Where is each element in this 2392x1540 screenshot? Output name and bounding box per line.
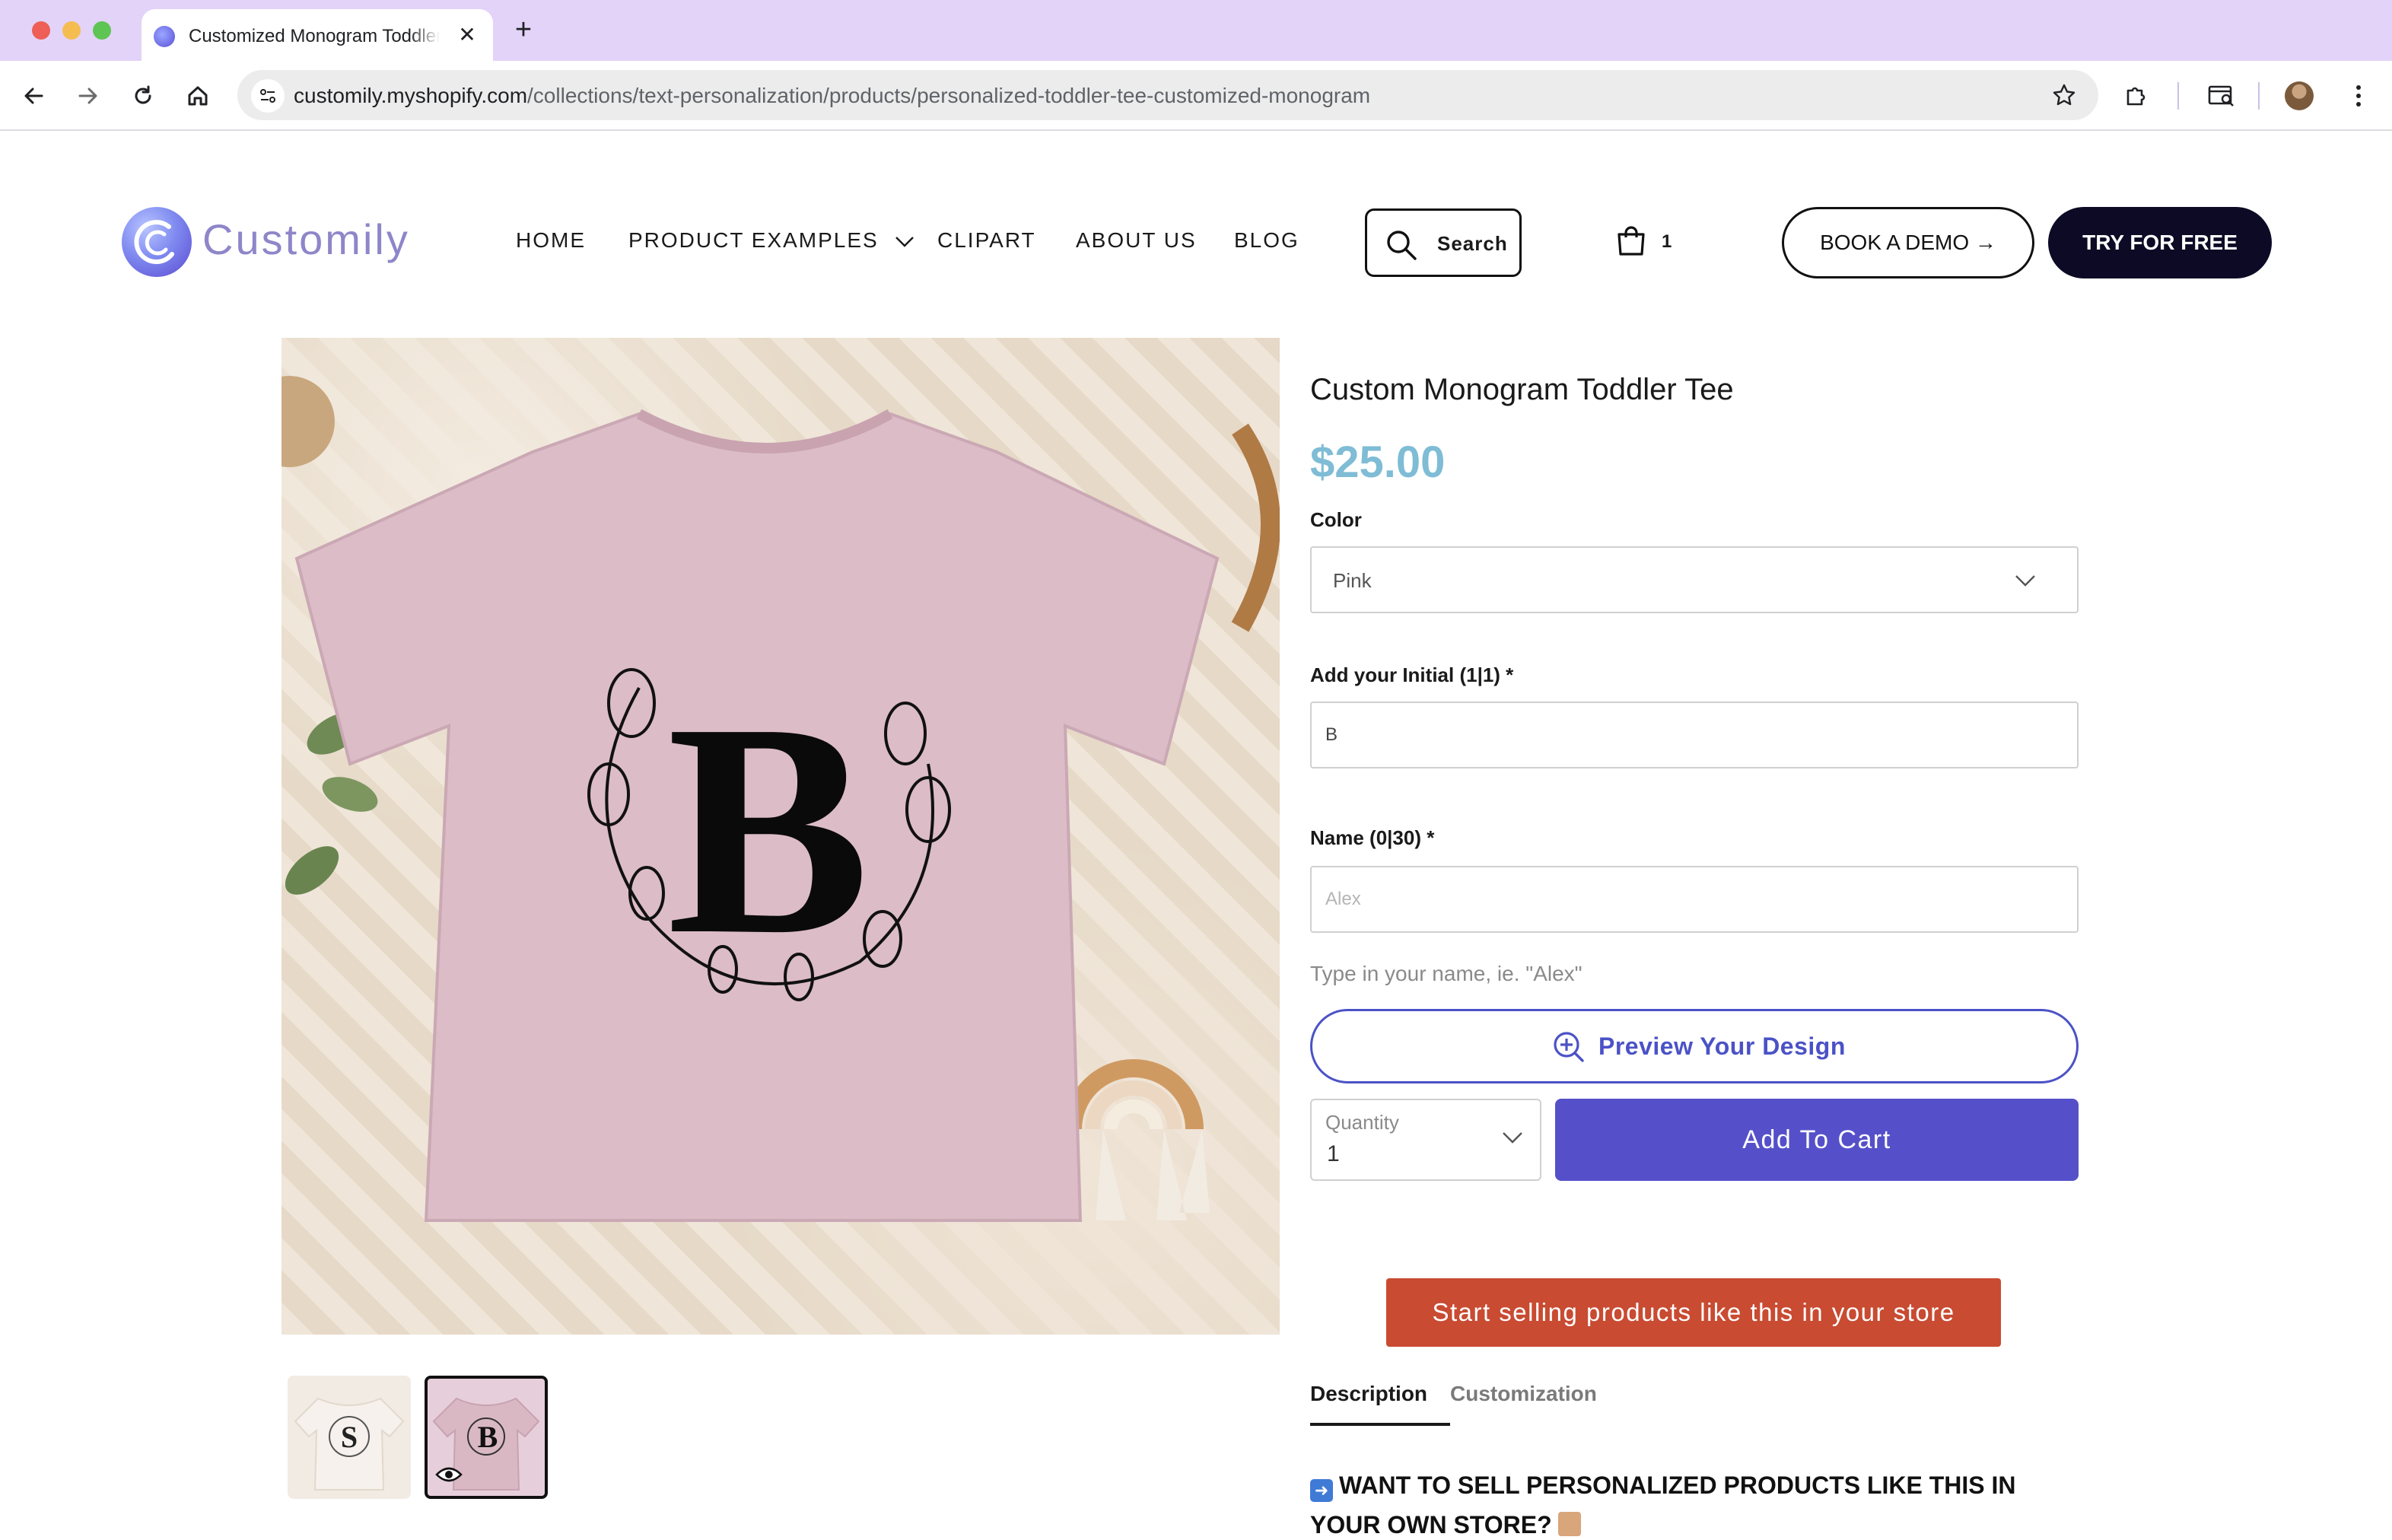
maximize-window-button[interactable] xyxy=(93,21,111,40)
start-selling-button[interactable]: Start selling products like this in your… xyxy=(1386,1278,2001,1347)
leaf-decoration xyxy=(285,846,339,895)
product-title: Custom Monogram Toddler Tee xyxy=(1310,373,1734,406)
search-icon xyxy=(1387,231,1417,260)
leaf-decoration xyxy=(322,777,378,812)
wooden-ring-decoration xyxy=(1231,423,1280,632)
add-to-cart-button[interactable]: Add To Cart xyxy=(1555,1099,2079,1181)
zoom-in-icon xyxy=(1554,1032,1584,1062)
name-help-text: Type in your name, ie. "Alex" xyxy=(1310,962,1582,985)
nav-blog[interactable]: BLOG xyxy=(1234,228,1299,253)
shopping-bag-icon xyxy=(1617,226,1645,256)
color-select[interactable]: Pink xyxy=(1310,546,2079,613)
site-settings-icon[interactable] xyxy=(251,79,285,113)
color-select-value: Pink xyxy=(1333,569,1372,592)
thumbnail-letter: B xyxy=(478,1420,498,1454)
description-heading: ➜ WANT TO SELL PERSONALIZED PRODUCTS LIKE… xyxy=(1310,1465,2079,1540)
extensions-icon[interactable] xyxy=(2120,79,2153,113)
tab-description[interactable]: Description xyxy=(1310,1382,1427,1406)
more-menu-icon[interactable] xyxy=(2342,79,2375,113)
close-tab-icon[interactable]: ✕ xyxy=(455,23,479,47)
nav-about-us[interactable]: ABOUT US xyxy=(1076,228,1197,253)
search-button-label: Search xyxy=(1437,232,1508,255)
forward-icon[interactable] xyxy=(72,79,105,113)
nav-product-examples-label: PRODUCT EXAMPLES xyxy=(628,228,879,252)
right-arrow-emoji-icon: ➜ xyxy=(1310,1479,1333,1502)
monogram-letter: B xyxy=(667,660,870,998)
reload-icon[interactable] xyxy=(126,79,160,113)
quantity-select[interactable]: Quantity 1 xyxy=(1310,1099,1541,1181)
search-tabs-icon[interactable] xyxy=(2205,79,2238,113)
chevron-down-icon xyxy=(895,236,914,247)
chevron-down-icon xyxy=(2015,575,2035,587)
initial-label: Add your Initial (1|1) * xyxy=(1310,663,1514,686)
quantity-label: Quantity xyxy=(1325,1111,1399,1134)
nav-clipart[interactable]: CLIPART xyxy=(937,228,1036,253)
product-thumbnail[interactable]: S xyxy=(288,1376,411,1499)
chevron-down-icon xyxy=(1503,1132,1522,1144)
url-text: customily.myshopify.com/collections/text… xyxy=(294,84,1371,107)
back-icon[interactable] xyxy=(17,79,50,113)
preview-design-label: Preview Your Design xyxy=(1598,1032,1846,1060)
description-heading-text: WANT TO SELL PERSONALIZED PRODUCTS LIKE … xyxy=(1310,1472,2016,1538)
profile-avatar[interactable] xyxy=(2282,79,2316,113)
new-tab-button[interactable]: + xyxy=(508,15,539,46)
thumbnail-letter: S xyxy=(341,1420,358,1454)
nav-product-examples[interactable]: PRODUCT EXAMPLES xyxy=(628,228,914,253)
minimize-window-button[interactable] xyxy=(62,21,81,40)
cart-count-badge: 1 xyxy=(1662,231,1672,252)
tab-customization[interactable]: Customization xyxy=(1450,1382,1597,1406)
pink-toddler-tee-image: B xyxy=(282,376,1280,1222)
active-tab-underline xyxy=(1310,1423,1450,1426)
nav-home[interactable]: HOME xyxy=(516,228,586,253)
browser-toolbar: customily.myshopify.com/collections/text… xyxy=(0,61,2392,131)
customily-favicon-icon xyxy=(154,26,175,47)
search-button[interactable]: Search xyxy=(1365,208,1522,277)
browser-tab-strip: Customized Monogram Toddler Tee ✕ + xyxy=(0,0,2392,61)
cart-button[interactable] xyxy=(1614,224,1648,261)
preview-design-button[interactable]: Preview Your Design xyxy=(1310,1009,2079,1083)
browser-tab[interactable]: Customized Monogram Toddler Tee ✕ xyxy=(142,9,493,61)
initial-input[interactable] xyxy=(1310,702,2079,768)
product-main-image[interactable]: B xyxy=(282,338,1280,1335)
close-window-button[interactable] xyxy=(32,21,50,40)
product-price: $25.00 xyxy=(1310,438,1446,487)
tab-title: Customized Monogram Toddler Tee xyxy=(189,26,440,47)
wooden-bead-decoration xyxy=(282,376,335,467)
name-input[interactable] xyxy=(1310,866,2079,933)
toolbar-divider xyxy=(2177,82,2179,110)
address-bar[interactable]: customily.myshopify.com/collections/text… xyxy=(237,70,2098,120)
product-thumbnail-selected[interactable]: B xyxy=(425,1376,548,1499)
shopping-bags-emoji-icon xyxy=(1557,1512,1581,1536)
try-for-free-button[interactable]: TRY FOR FREE xyxy=(2048,207,2272,278)
bookmark-star-icon[interactable] xyxy=(2051,82,2077,112)
logo-text[interactable]: Customily xyxy=(202,215,410,264)
home-icon[interactable] xyxy=(181,79,215,113)
name-label: Name (0|30) * xyxy=(1310,826,1435,849)
eye-icon xyxy=(435,1467,463,1482)
book-demo-button[interactable]: BOOK A DEMO → xyxy=(1782,207,2034,278)
customily-logo-icon[interactable] xyxy=(122,207,192,277)
color-label: Color xyxy=(1310,508,1362,531)
quantity-value: 1 xyxy=(1327,1141,1340,1166)
toolbar-divider xyxy=(2258,82,2260,110)
